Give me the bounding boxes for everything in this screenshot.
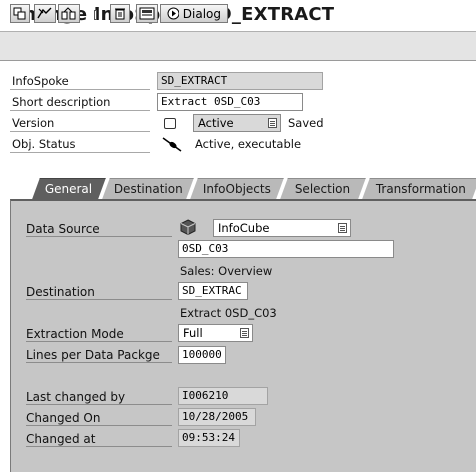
data-source-description: Sales: Overview: [180, 264, 273, 278]
tab-transformation[interactable]: Transformation: [362, 178, 476, 199]
obj-status-value: Active, executable: [195, 137, 302, 151]
delete-icon: [115, 8, 125, 20]
lines-per-package-input[interactable]: 100000: [178, 346, 226, 364]
extraction-mode-label: Extraction Mode: [26, 326, 172, 342]
tab-general[interactable]: General: [32, 178, 106, 199]
last-changed-by-field: I006210: [178, 387, 268, 405]
display-change-button[interactable]: [34, 4, 56, 23]
version-label: Version: [10, 115, 150, 132]
extraction-mode-dropdown[interactable]: Full: [178, 324, 253, 342]
short-description-input[interactable]: Extract 0SD_C03: [157, 93, 303, 111]
destination-description: Extract 0SD_C03: [180, 306, 277, 320]
dialog-button[interactable]: Dialog: [160, 4, 228, 23]
tab-destination[interactable]: Destination: [102, 178, 194, 199]
data-source-type-dropdown[interactable]: InfoCube: [213, 219, 351, 237]
version-status-text: Saved: [288, 116, 324, 130]
extraction-mode-value: Full: [183, 326, 203, 340]
obj-status-label: Obj. Status: [10, 136, 150, 153]
infocube-icon: [180, 219, 196, 235]
destination-label: Destination: [26, 284, 172, 300]
other-object-button[interactable]: [10, 4, 30, 23]
changed-on-field: 10/28/2005: [178, 408, 256, 426]
activate-icon[interactable]: [94, 10, 97, 20]
short-description-label: Short description: [10, 94, 150, 111]
delete-button[interactable]: [110, 4, 130, 23]
version-value: Active: [198, 116, 234, 130]
version-dropdown[interactable]: Active: [193, 114, 281, 132]
changed-at-label: Changed at: [26, 431, 172, 447]
data-source-input[interactable]: 0SD_C03: [178, 240, 394, 258]
application-toolbar: [0, 32, 476, 61]
other-object-icon: [13, 7, 26, 20]
dropdown-icon: [268, 118, 277, 128]
version-status-icon: [164, 118, 176, 129]
lines-per-package-label: Lines per Data Packge: [26, 347, 172, 363]
changed-on-label: Changed On: [26, 410, 172, 426]
toggle-change-icon: [37, 7, 52, 19]
tab-selection[interactable]: Selection: [280, 178, 366, 199]
display-log-button[interactable]: [136, 4, 158, 23]
changed-at-field: 09:53:24: [178, 429, 240, 447]
check-button[interactable]: [58, 4, 80, 23]
dropdown-icon: [240, 328, 249, 338]
tab-infoobjects[interactable]: InfoObjects: [190, 178, 284, 199]
display-log-icon: [139, 7, 155, 20]
status-connector-icon: [162, 137, 182, 152]
infospoke-label: InfoSpoke: [10, 73, 150, 90]
destination-input[interactable]: SD_EXTRAC: [178, 282, 248, 300]
data-source-label: Data Source: [26, 221, 172, 237]
dropdown-icon: [338, 223, 347, 233]
dialog-button-label: Dialog: [182, 6, 221, 21]
dialog-icon: [167, 7, 179, 20]
last-changed-by-label: Last changed by: [26, 389, 172, 405]
infospoke-field: SD_EXTRACT: [157, 72, 323, 90]
check-icon: [61, 7, 76, 20]
data-source-type-value: InfoCube: [218, 221, 270, 235]
